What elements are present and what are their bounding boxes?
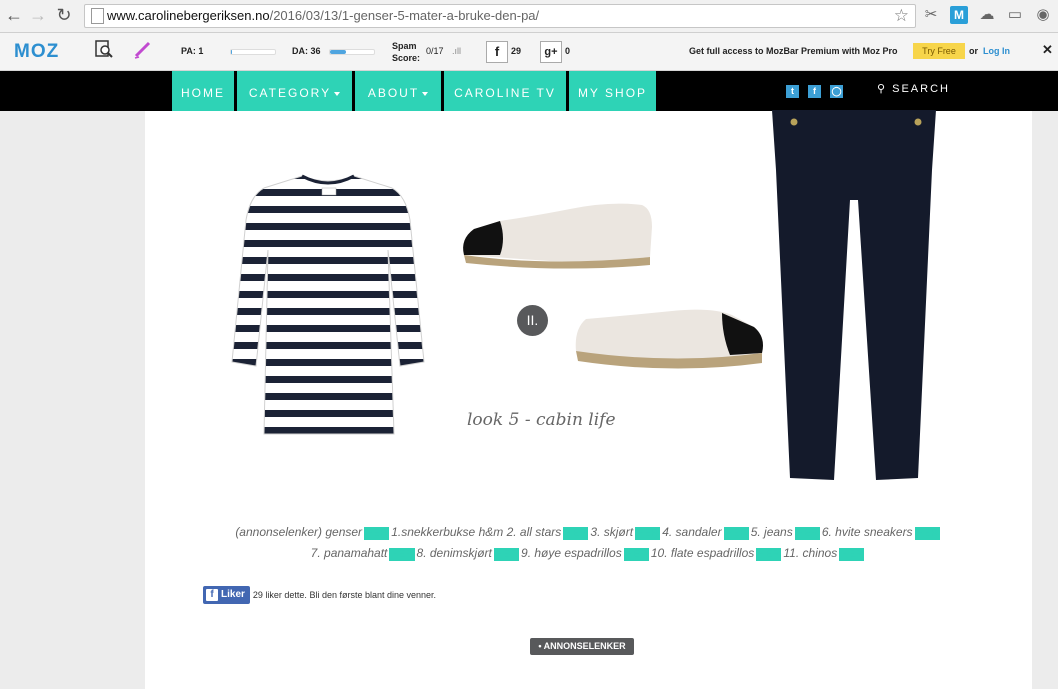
link-text: 8. denimskjørt <box>416 546 492 560</box>
look-caption: look 5 - cabin life <box>467 410 616 430</box>
twitter-icon[interactable]: t <box>786 85 799 98</box>
da-label: DA: 36 <box>292 46 321 56</box>
nav-about[interactable]: ABOUT <box>355 71 441 111</box>
link-text: 11. chinos <box>783 546 838 560</box>
link-text: 3. skjørt <box>590 525 634 539</box>
her-link[interactable]: HER <box>493 548 520 561</box>
mozbar-extension-icon[interactable]: M <box>950 6 968 24</box>
like-label: Liker <box>221 589 245 600</box>
post-tag[interactable]: • ANNONSELENKER <box>530 638 634 655</box>
spam-score-label: Spam Score: <box>392 40 420 64</box>
search-label: SEARCH <box>892 83 950 95</box>
forward-arrow-icon[interactable]: → <box>28 5 48 25</box>
site-navigation: HOME CATEGORY ABOUT CAROLINE TV MY SHOP … <box>0 71 1058 111</box>
chevron-down-icon <box>422 91 429 96</box>
her-link[interactable]: HER <box>794 527 820 540</box>
nav-category[interactable]: CATEGORY <box>237 71 352 111</box>
link-line-1: (annonselenker) genser HER 1.snekkerbukse … <box>145 522 1032 543</box>
her-link[interactable]: HER <box>389 548 415 561</box>
link-text: 7. panamahatt <box>310 546 388 560</box>
link-line-2: 7. panamahatt HER 8. denimskjørt HER 9. høye… <box>145 543 1032 564</box>
nav-my-shop[interactable]: MY SHOP <box>569 71 656 111</box>
facebook-like: f Liker 29 liker dette. Bli den første bla… <box>203 586 436 604</box>
her-link[interactable]: HER <box>635 527 661 540</box>
close-icon[interactable]: ✕ <box>1042 42 1053 58</box>
login-link[interactable]: Log In <box>983 46 1010 56</box>
chevron-down-icon <box>334 91 341 96</box>
facebook-icon: f <box>206 589 218 601</box>
spam-label-2: Score: <box>392 53 421 63</box>
link-text: 6. hvite sneakers <box>821 525 913 539</box>
pa-bar <box>230 49 276 55</box>
search-button[interactable]: ⚲ SEARCH <box>877 82 950 95</box>
espadrille-shoe-image[interactable] <box>460 197 655 272</box>
page-analysis-icon[interactable] <box>93 39 115 61</box>
nav-caroline-tv[interactable]: CAROLINE TV <box>444 71 566 111</box>
page-icon <box>91 8 104 24</box>
link-text: (annonselenker) genser <box>235 525 363 539</box>
bookmark-star-icon[interactable]: ☆ <box>894 6 909 26</box>
da-bar <box>329 49 375 55</box>
highlighter-pencil-icon[interactable] <box>132 39 154 61</box>
facebook-like-button[interactable]: f Liker <box>203 586 250 604</box>
striped-shirt-image[interactable] <box>228 172 428 438</box>
link-text: 1.snekkerbukse h&m 2. all stars <box>391 525 562 539</box>
or-text: or <box>969 46 978 56</box>
google-plus-icon[interactable]: g+ <box>540 41 562 63</box>
cloud-icon[interactable]: ☁ <box>978 6 996 24</box>
nav-caroline-tv-label: CAROLINE TV <box>454 86 556 100</box>
tag-bullet-icon: • <box>538 641 542 651</box>
da-bar-fill <box>330 50 346 54</box>
tag-label: ANNONSELENKER <box>543 641 626 651</box>
promo-text: Get full access to MozBar Premium with M… <box>689 46 898 56</box>
nav-home-label: HOME <box>181 86 225 100</box>
her-link[interactable]: HER <box>563 527 589 540</box>
reload-icon[interactable]: ↻ <box>54 5 74 25</box>
scissors-icon[interactable]: ✂ <box>922 6 940 24</box>
like-count-text: 29 liker dette. Bli den første blant din… <box>252 590 437 600</box>
link-text: 10. flate espadrillos <box>650 546 755 560</box>
link-text: 9. høye espadrillos <box>521 546 622 560</box>
nav-my-shop-label: MY SHOP <box>577 86 648 100</box>
facebook-icon[interactable]: f <box>808 85 821 98</box>
spam-score-value: 0/17 <box>426 46 444 56</box>
product-links: (annonselenker) genser HER 1.snekkerbukse … <box>145 522 1032 564</box>
url-host: www.carolinebergeriksen.no <box>107 8 270 23</box>
pa-label: PA: 1 <box>181 46 204 56</box>
facebook-count: 29 <box>511 46 522 56</box>
navy-pants-image[interactable] <box>768 110 940 482</box>
try-free-button[interactable]: Try Free <box>913 43 965 59</box>
browser-toolbar: ← → ↻ www.carolinebergeriksen.no/2016/03… <box>0 0 1058 33</box>
nav-home[interactable]: HOME <box>172 71 234 111</box>
url-text: www.carolinebergeriksen.no/2016/03/13/1-… <box>107 8 539 23</box>
cast-icon[interactable]: ▭ <box>1006 6 1024 24</box>
nav-category-label: CATEGORY <box>248 86 332 100</box>
moz-logo: MOZ <box>14 41 60 62</box>
her-link[interactable]: HER <box>364 527 390 540</box>
search-icon: ⚲ <box>877 83 888 95</box>
circle-marker: II. <box>517 305 548 336</box>
nav-about-label: ABOUT <box>367 86 420 100</box>
link-text: 5. jeans <box>750 525 793 539</box>
address-bar[interactable]: www.carolinebergeriksen.no/2016/03/13/1-… <box>84 4 916 28</box>
espadrille-shoe-image[interactable] <box>572 295 767 375</box>
mozbar: MOZ PA: 1 DA: 36 Spam Score: 0/17 .ıll f … <box>0 33 1058 71</box>
back-arrow-icon[interactable]: ← <box>4 5 24 25</box>
her-link[interactable]: HER <box>623 548 649 561</box>
her-link[interactable]: HER <box>756 548 782 561</box>
extension-icon[interactable]: ◉ <box>1034 6 1052 24</box>
facebook-icon[interactable]: f <box>486 41 508 63</box>
signal-bars-icon: .ıll <box>452 46 461 56</box>
instagram-icon[interactable]: ◯ <box>830 85 843 98</box>
link-text: 4. sandaler <box>662 525 722 539</box>
url-path: /2016/03/13/1-genser-5-mater-a-bruke-den… <box>269 8 540 23</box>
her-link[interactable]: HER <box>914 527 940 540</box>
her-link[interactable]: HER <box>839 548 865 561</box>
google-plus-count: 0 <box>565 46 571 56</box>
her-link[interactable]: HER <box>723 527 749 540</box>
spam-label-1: Spam <box>392 41 417 51</box>
